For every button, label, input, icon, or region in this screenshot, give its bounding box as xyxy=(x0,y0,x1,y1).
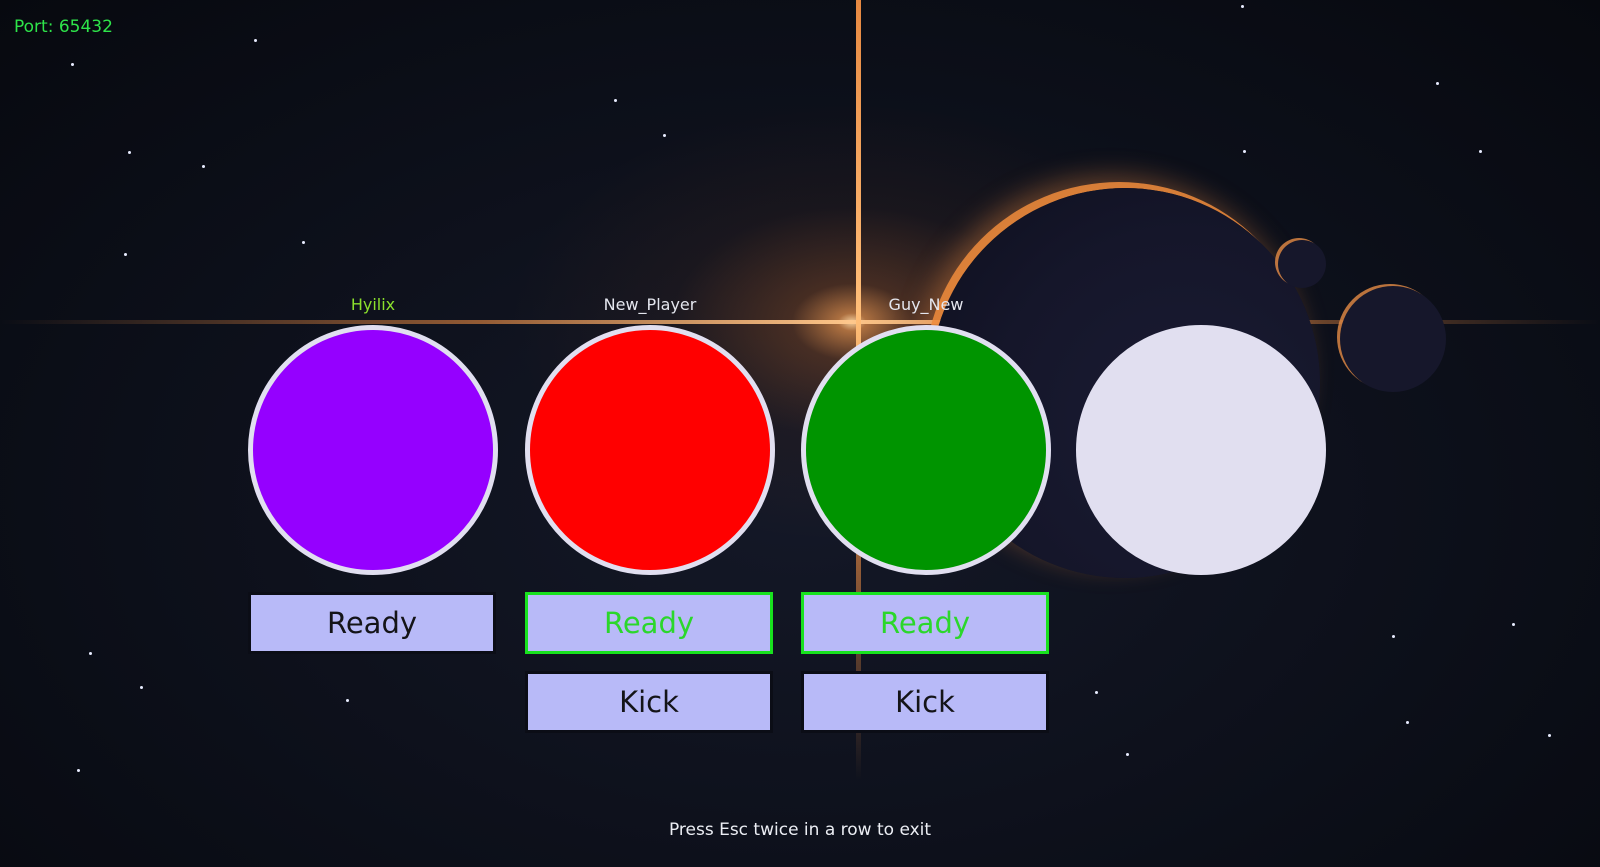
star xyxy=(202,165,205,168)
empty-slot-circle xyxy=(1076,325,1326,575)
star xyxy=(1095,691,1098,694)
player-color-circle[interactable] xyxy=(248,325,498,575)
star xyxy=(1512,623,1515,626)
star xyxy=(89,652,92,655)
player-slot-2: New_Player Ready Kick xyxy=(525,295,775,733)
lobby-screen: Port: 65432 Hyilix Ready New_Player Read… xyxy=(0,0,1600,867)
exit-hint: Press Esc twice in a row to exit xyxy=(668,820,932,840)
ready-button[interactable]: Ready xyxy=(525,592,773,654)
player-slot-4-empty xyxy=(1076,295,1326,575)
player-color-circle[interactable] xyxy=(801,325,1051,575)
background-moon-large xyxy=(1340,286,1446,392)
star xyxy=(124,253,127,256)
star xyxy=(614,99,617,102)
star xyxy=(140,686,143,689)
player-color-circle[interactable] xyxy=(525,325,775,575)
star xyxy=(1406,721,1409,724)
star xyxy=(71,63,74,66)
ready-button[interactable]: Ready xyxy=(248,592,496,654)
star xyxy=(302,241,305,244)
star xyxy=(1241,5,1244,8)
star xyxy=(1392,635,1395,638)
star xyxy=(1243,150,1246,153)
star xyxy=(254,39,257,42)
star xyxy=(1436,82,1439,85)
star xyxy=(1548,734,1551,737)
player-name: Guy_New xyxy=(888,295,964,314)
kick-button[interactable]: Kick xyxy=(801,671,1049,733)
player-name: New_Player xyxy=(603,295,697,314)
player-name xyxy=(1076,295,1326,317)
background-moon-small xyxy=(1278,240,1326,288)
star xyxy=(77,769,80,772)
star xyxy=(346,699,349,702)
player-slot-3: Guy_New Ready Kick xyxy=(801,295,1051,733)
server-port-label: Port: 65432 xyxy=(14,17,113,37)
player-name: Hyilix xyxy=(350,295,396,314)
ready-button[interactable]: Ready xyxy=(801,592,1049,654)
star xyxy=(1126,753,1129,756)
star xyxy=(128,151,131,154)
player-slot-1: Hyilix Ready xyxy=(248,295,498,654)
star xyxy=(1479,150,1482,153)
star xyxy=(663,134,666,137)
kick-button[interactable]: Kick xyxy=(525,671,773,733)
